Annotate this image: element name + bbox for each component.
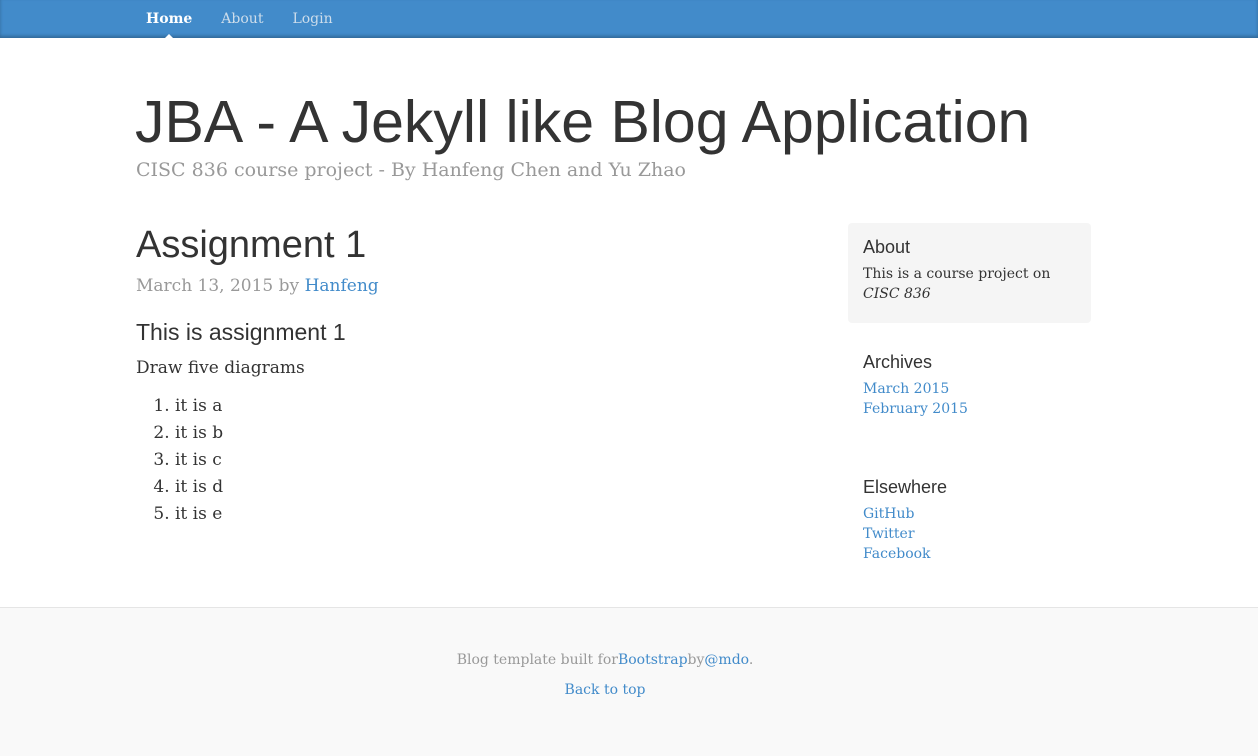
post-text: Draw five diagrams — [136, 358, 305, 378]
list-item: it is d — [175, 474, 223, 501]
main-nav: Home About Login — [136, 0, 352, 39]
archive-link-february-2015[interactable]: February 2015 — [863, 401, 968, 417]
nav-item-home[interactable]: Home — [146, 0, 192, 39]
footer-credits-suffix: . — [748, 652, 754, 668]
sidebar-about-text-emphasis: CISC 836 — [863, 286, 931, 302]
top-navbar: Home About Login — [0, 0, 1258, 39]
list-item: it is b — [175, 420, 223, 447]
list-item: it is e — [175, 501, 223, 528]
nav-item-login[interactable]: Login — [292, 0, 332, 38]
sidebar-archives-module: Archives March 2015 February 2015 — [863, 350, 1083, 419]
post-list: it is a it is b it is c it is d it is e — [136, 393, 223, 528]
post-title: Assignment 1 — [136, 224, 367, 266]
post-subtitle: This is assignment 1 — [136, 319, 346, 345]
blog-title: JBA - A Jekyll like Blog Application — [135, 89, 1031, 155]
sidebar-about-module: About This is a course project on CISC 8… — [848, 223, 1091, 323]
nav-item-about[interactable]: About — [221, 0, 263, 38]
blog-description: CISC 836 course project - By Hanfeng Che… — [136, 159, 686, 181]
list-item: it is a — [175, 393, 223, 420]
elsewhere-link-facebook[interactable]: Facebook — [863, 546, 931, 562]
footer-credits: Blog template built forBootstrapby@mdo. — [0, 650, 1210, 670]
sidebar-elsewhere-module: Elsewhere GitHub Twitter Facebook — [863, 475, 1083, 564]
sidebar-about-heading: About — [863, 237, 911, 257]
sidebar-about-text-prefix: This is a course project on — [863, 266, 1051, 282]
archives-list: March 2015 February 2015 — [863, 379, 1083, 419]
footer-mdo-link[interactable]: @mdo — [704, 652, 748, 668]
archive-link-march-2015[interactable]: March 2015 — [863, 381, 949, 397]
elsewhere-link-twitter[interactable]: Twitter — [863, 526, 915, 542]
elsewhere-list: GitHub Twitter Facebook — [863, 504, 1083, 564]
post-meta: March 13, 2015 by Hanfeng — [136, 274, 379, 298]
list-item: it is c — [175, 447, 223, 474]
elsewhere-link-github[interactable]: GitHub — [863, 506, 914, 522]
post-by: by — [278, 276, 300, 296]
blog-footer: Blog template built forBootstrapby@mdo. … — [0, 607, 1258, 756]
footer-credits-prefix: Blog template built for — [456, 652, 618, 668]
footer-back-to-top: Back to top — [0, 680, 1210, 700]
footer-bootstrap-link[interactable]: Bootstrap — [618, 652, 688, 668]
post-author-link[interactable]: Hanfeng — [305, 276, 379, 296]
sidebar-about-text: This is a course project on CISC 836 — [863, 264, 1076, 304]
post-date: March 13, 2015 — [136, 276, 274, 296]
back-to-top-link[interactable]: Back to top — [565, 682, 646, 698]
footer-credits-mid: by — [687, 652, 705, 668]
sidebar-archives-heading: Archives — [863, 352, 933, 372]
sidebar-elsewhere-heading: Elsewhere — [863, 477, 948, 497]
